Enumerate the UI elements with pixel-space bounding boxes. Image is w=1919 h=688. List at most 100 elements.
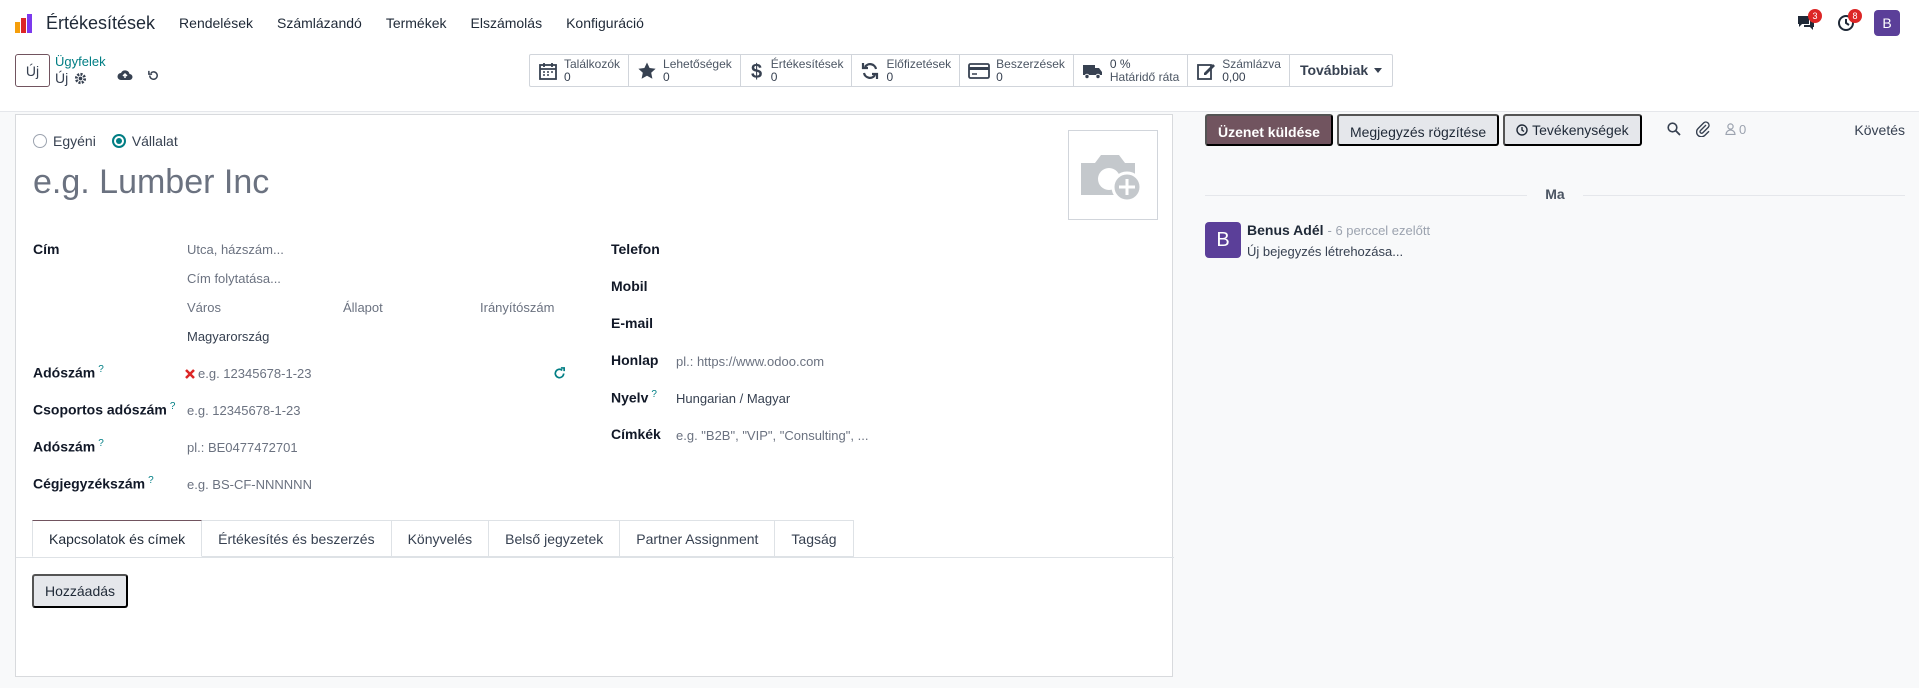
dollar-icon: $: [751, 61, 762, 82]
user-avatar[interactable]: B: [1874, 10, 1900, 36]
menu-item-reporting[interactable]: Elszámolás: [459, 15, 555, 31]
chatter: Üzenet küldése Megjegyzés rögzítése Tevé…: [1205, 114, 1905, 674]
smart-button-opportunities[interactable]: Lehetőségek 0: [629, 55, 741, 86]
clock-icon: [1516, 124, 1528, 136]
breadcrumb-current: Új: [55, 70, 69, 86]
city-input[interactable]: Város: [187, 300, 221, 315]
radio-company[interactable]: Vállalat: [111, 133, 178, 149]
tab-accounting[interactable]: Könyvelés: [391, 520, 490, 557]
message-time: - 6 perccel ezelőtt: [1327, 223, 1431, 238]
caret-down-icon: [1374, 68, 1383, 73]
phone-label: Telefon: [611, 241, 660, 257]
message-author: Benus Adél - 6 perccel ezelőtt: [1247, 222, 1431, 238]
systray: 3 8 B: [1786, 0, 1919, 46]
followers-button[interactable]: 0: [1725, 122, 1746, 137]
message-avatar[interactable]: B: [1205, 222, 1241, 258]
smart-button-sales[interactable]: $ Értékesítések 0: [741, 55, 853, 86]
tags-label: Címkék: [611, 426, 661, 442]
send-message-button[interactable]: Üzenet küldése: [1205, 114, 1333, 146]
tab-divider: [16, 557, 1174, 558]
record-actions: [117, 68, 160, 82]
smart-button-invoiced[interactable]: Számlázva 0,00: [1188, 55, 1290, 86]
language-label: Nyelv?: [611, 389, 657, 406]
name-input[interactable]: e.g. Lumber Inc: [33, 163, 833, 202]
edit-icon: [1197, 63, 1216, 80]
search-icon[interactable]: [1667, 122, 1681, 136]
website-label: Honlap: [611, 352, 659, 368]
smart-button-on-time-rate[interactable]: 0 % Határidő ráta: [1074, 55, 1189, 86]
menu-item-products[interactable]: Termékek: [374, 15, 459, 31]
follow-button[interactable]: Követés: [1854, 122, 1905, 138]
tab-contacts-addresses[interactable]: Kapcsolatok és címek: [32, 520, 203, 557]
activities-button[interactable]: 8: [1826, 0, 1866, 46]
followers-count: 0: [1739, 121, 1747, 137]
more-button[interactable]: Továbbiak: [1290, 55, 1392, 86]
messages-badge: 3: [1808, 9, 1822, 23]
group-vat-input[interactable]: e.g. 12345678-1-23: [187, 403, 300, 418]
company-type-selector: Egyéni Vállalat: [33, 133, 178, 149]
user-icon: [1725, 123, 1736, 135]
main-menu: Rendelések Számlázandó Termékek Elszámol…: [167, 15, 656, 31]
app-logo[interactable]: Értékesítések: [14, 12, 155, 34]
state-input[interactable]: Állapot: [343, 300, 383, 315]
calendar-icon: [539, 62, 557, 80]
chatter-tools: 0: [1667, 121, 1746, 137]
address-label: Cím: [33, 241, 60, 257]
activities-badge: 8: [1848, 9, 1862, 23]
notebook-tabs: Kapcsolatok és címek Értékesítés és besz…: [32, 520, 854, 557]
tab-partner-assignment[interactable]: Partner Assignment: [620, 520, 776, 557]
breadcrumb-parent[interactable]: Ügyfelek: [55, 54, 106, 69]
invalid-x-icon: [185, 369, 195, 379]
activities-button[interactable]: Tevékenységek: [1503, 114, 1642, 146]
vat-refresh-icon[interactable]: [553, 367, 566, 380]
street2-input[interactable]: Cím folytatása...: [187, 271, 281, 286]
add-contact-button[interactable]: Hozzáadás: [32, 574, 129, 608]
smart-button-purchases[interactable]: Beszerzések 0: [960, 55, 1074, 86]
smart-button-meetings[interactable]: Találkozók 0: [530, 55, 630, 86]
messages-button[interactable]: 3: [1786, 0, 1826, 46]
credit-card-icon: [968, 62, 991, 79]
language-select[interactable]: Hungarian / Magyar: [676, 391, 790, 406]
vat-input[interactable]: e.g. 12345678-1-23: [198, 366, 311, 381]
email-label: E-mail: [611, 315, 654, 331]
chatter-actions: Üzenet küldése Megjegyzés rögzítése Tevé…: [1205, 114, 1642, 146]
app-name: Értékesítések: [46, 12, 156, 33]
new-button[interactable]: Új: [15, 54, 50, 87]
company-registry-input[interactable]: e.g. BS-CF-NNNNNN: [187, 477, 312, 492]
vat-label: Adószám?: [33, 364, 104, 381]
street-input[interactable]: Utca, házszám...: [187, 242, 284, 257]
menu-item-orders[interactable]: Rendelések: [167, 15, 265, 31]
tab-sales-purchase[interactable]: Értékesítés és beszerzés: [202, 520, 392, 557]
tab-membership[interactable]: Tagság: [775, 520, 854, 557]
paperclip-icon[interactable]: [1696, 121, 1710, 137]
log-note-button[interactable]: Megjegyzés rögzítése: [1336, 114, 1500, 146]
smart-button-subscriptions[interactable]: Előfizetések 0: [852, 55, 961, 86]
gear-icon[interactable]: [74, 72, 87, 85]
cloud-upload-icon[interactable]: [117, 68, 133, 82]
tab-internal-notes[interactable]: Belső jegyzetek: [489, 520, 621, 557]
company-registry-label: Cégjegyzékszám?: [33, 475, 154, 492]
camera-plus-icon: [1081, 155, 1143, 203]
top-navbar: Értékesítések Rendelések Számlázandó Ter…: [0, 0, 1919, 46]
radio-individual[interactable]: Egyéni: [33, 133, 96, 149]
sales-app-icon: [15, 14, 32, 33]
truck-icon: [1082, 64, 1102, 79]
menu-item-to-invoice[interactable]: Számlázandó: [265, 15, 374, 31]
mobile-label: Mobil: [611, 278, 648, 294]
group-vat-label: Csoportos adószám?: [33, 401, 176, 418]
zip-input[interactable]: Irányítószám: [480, 300, 554, 315]
vat2-input[interactable]: pl.: BE0477472701: [187, 440, 298, 455]
website-input[interactable]: pl.: https://www.odoo.com: [676, 354, 824, 369]
smart-button-box: Találkozók 0 Lehetőségek 0 $ Értékesítések…: [529, 54, 1394, 87]
message-body: Új bejegyzés létrehozása...: [1247, 244, 1404, 259]
tags-input[interactable]: e.g. "B2B", "VIP", "Consulting", ...: [676, 428, 868, 443]
vat2-label: Adószám?: [33, 438, 104, 455]
menu-item-configuration[interactable]: Konfiguráció: [554, 15, 656, 31]
undo-icon[interactable]: [147, 69, 160, 82]
country-input[interactable]: Magyarország: [187, 329, 269, 344]
photo-upload[interactable]: [1068, 130, 1158, 220]
refresh-icon: [862, 62, 879, 79]
star-icon: [638, 62, 656, 79]
form-sheet: Egyéni Vállalat e.g. Lumber Inc Cím Utca…: [15, 114, 1174, 677]
day-separator: Ma: [1545, 186, 1565, 202]
